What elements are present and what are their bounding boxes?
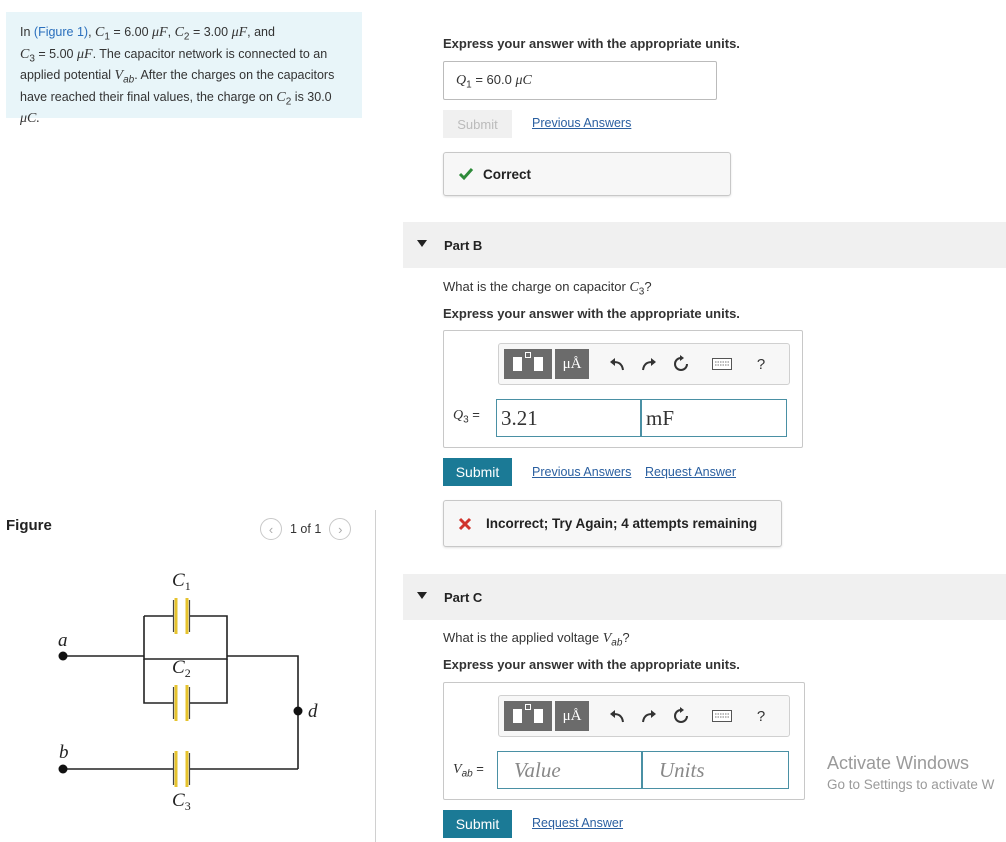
part-c-instruction: Express your answer with the appropriate… [443, 657, 740, 672]
keyboard-icon [712, 358, 732, 370]
keyboard-button[interactable] [711, 707, 733, 725]
panel-divider [375, 510, 376, 842]
terminal-a [58, 651, 68, 661]
check-icon [458, 168, 474, 181]
part-a-feedback: Correct [443, 152, 731, 196]
c2-label: C2 [172, 657, 191, 680]
part-b-request-answer-link[interactable]: Request Answer [645, 465, 736, 479]
help-button[interactable]: ? [751, 353, 771, 375]
right-wire [227, 655, 299, 769]
figure-link[interactable]: (Figure 1) [34, 25, 88, 39]
circuit-diagram: C1 C2 C3 a b d [58, 570, 318, 813]
x-icon [458, 517, 472, 530]
keyboard-icon [712, 710, 732, 722]
part-b-units-input[interactable]: mF [641, 399, 787, 437]
prev-figure-button[interactable]: ‹ [260, 518, 282, 540]
activate-windows-title: Activate Windows [827, 753, 970, 773]
part-c-var-label: Vab = [453, 761, 484, 780]
collapse-triangle-icon [417, 240, 427, 247]
part-b-header[interactable]: Part B [403, 222, 1006, 268]
label-b: b [59, 742, 69, 763]
next-figure-button[interactable]: › [329, 518, 352, 540]
templates-button[interactable] [504, 349, 552, 379]
templates-button[interactable] [504, 701, 552, 731]
part-b-previous-answers-link[interactable]: Previous Answers [532, 465, 631, 479]
units-button[interactable]: μÅ [555, 349, 589, 379]
undo-button[interactable] [607, 706, 627, 726]
redo-button[interactable] [639, 354, 659, 374]
figure-label: Figure [6, 517, 52, 534]
chevron-left-icon: ‹ [268, 521, 274, 537]
undo-icon [610, 710, 624, 723]
part-b-feedback: Incorrect; Try Again; 4 attempts remaini… [443, 500, 782, 547]
part-b-submit-button[interactable]: Submit [443, 458, 512, 486]
part-c-answer-editor: μÅ ? Vab = Value Units [443, 682, 805, 800]
help-button[interactable]: ? [751, 705, 771, 727]
pager-text: 1 of 1 [290, 522, 322, 536]
part-b-instruction: Express your answer with the appropriate… [443, 306, 740, 321]
reset-button[interactable] [671, 706, 691, 726]
redo-icon [642, 358, 656, 371]
reset-icon [674, 707, 688, 723]
part-b-question: What is the charge on capacitor C3? [443, 279, 652, 298]
part-a-submit-button[interactable]: Submit [443, 110, 512, 138]
undo-icon [610, 358, 624, 371]
part-c-value-input[interactable]: Value [497, 751, 642, 789]
reset-icon [674, 355, 688, 371]
part-c-request-answer-link[interactable]: Request Answer [532, 816, 623, 830]
part-b-toolbar: μÅ ? [498, 343, 790, 385]
part-a-previous-answers-link[interactable]: Previous Answers [532, 116, 631, 130]
c3-label: C3 [172, 790, 191, 813]
keyboard-button[interactable] [711, 355, 733, 373]
part-b-answer-editor: μÅ ? Q3 = 3.21 mF [443, 330, 803, 448]
part-c-submit-button[interactable]: Submit [443, 810, 512, 838]
terminal-b [58, 764, 68, 774]
part-c-header[interactable]: Part C [403, 574, 1006, 620]
units-button[interactable]: μÅ [555, 701, 589, 731]
part-b-var-label: Q3 = [453, 407, 480, 426]
part-a-answer-box: Q1 = 60.0 μC [443, 61, 717, 100]
label-a: a [58, 630, 68, 651]
figure-pager: ‹ 1 of 1 › [260, 518, 352, 540]
redo-button[interactable] [639, 706, 659, 726]
part-c-units-input[interactable]: Units [642, 751, 789, 789]
part-c-question: What is the applied voltage Vab? [443, 630, 630, 649]
undo-button[interactable] [607, 354, 627, 374]
problem-statement: In (Figure 1), C1 = 6.00 μF, C2 = 3.00 μ… [6, 12, 362, 126]
part-c-toolbar: μÅ ? [498, 695, 790, 737]
chevron-right-icon: › [338, 521, 343, 537]
collapse-triangle-icon [417, 592, 427, 599]
template-icon [513, 357, 522, 371]
template-icon [513, 709, 522, 723]
reset-button[interactable] [671, 354, 691, 374]
redo-icon [642, 710, 656, 723]
part-a-instruction: Express your answer with the appropriate… [443, 36, 740, 51]
activate-windows-subtitle: Go to Settings to activate W [827, 777, 995, 792]
node-d [293, 706, 303, 716]
label-d: d [308, 701, 318, 722]
part-b-value-input[interactable]: 3.21 [496, 399, 641, 437]
c1-label: C1 [172, 570, 191, 593]
